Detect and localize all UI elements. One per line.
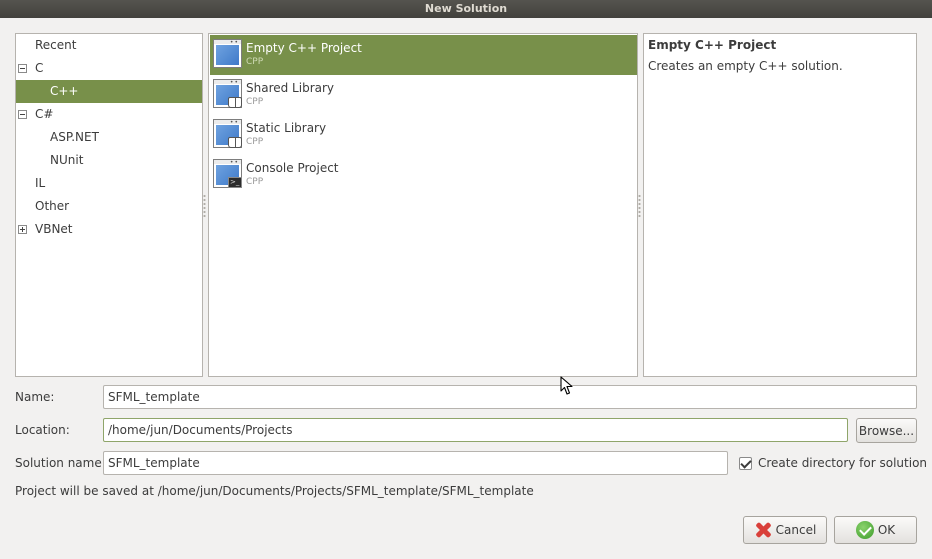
category-item[interactable]: NUnit [16, 149, 202, 172]
template-name: Shared Library [246, 81, 335, 95]
static-library-icon: •• [213, 119, 242, 148]
expand-plus-icon[interactable] [18, 225, 27, 234]
cancel-button[interactable]: Cancel [743, 516, 827, 544]
category-item[interactable]: IL [16, 172, 202, 195]
solution-name-label: Solution name: [15, 456, 106, 470]
ok-button[interactable]: OK [834, 516, 917, 544]
template-language: CPP [246, 97, 264, 107]
category-item-label: ASP.NET [50, 130, 99, 144]
template-list[interactable]: •• Empty C++ Project CPP •• Shared Library CP… [208, 33, 638, 377]
description-title: Empty C++ Project [648, 38, 777, 52]
category-item[interactable]: ASP.NET [16, 126, 202, 149]
category-item-label: IL [35, 176, 46, 190]
category-item[interactable]: C# [16, 103, 202, 126]
location-input[interactable] [103, 418, 848, 442]
shared-library-icon: •• [213, 79, 242, 108]
category-tree[interactable]: Recent C C++ C# ASP.NET NUnit IL Other VBNet [15, 33, 203, 377]
description-text: Creates an empty C++ solution. [648, 59, 843, 73]
ok-button-label: OK [877, 523, 896, 537]
name-input[interactable] [103, 385, 917, 409]
empty-project-icon: •• [213, 39, 242, 68]
category-item-label: C++ [50, 84, 79, 98]
console-project-icon: •• >_ [213, 159, 242, 188]
category-item-label: Recent [35, 38, 77, 52]
cancel-icon [754, 521, 772, 539]
browse-button[interactable]: Browse... [856, 418, 917, 443]
collapse-minus-icon[interactable] [18, 110, 27, 119]
template-item[interactable]: •• Shared Library CPP [210, 75, 637, 115]
template-language: CPP [246, 137, 264, 147]
create-directory-checkbox[interactable] [739, 457, 752, 470]
template-item[interactable]: •• >_ Console Project CPP [210, 155, 637, 195]
template-item[interactable]: •• Static Library CPP [210, 115, 637, 155]
location-label: Location: [15, 423, 70, 437]
template-name: Console Project [246, 161, 339, 175]
category-item[interactable]: C++ [16, 80, 202, 103]
template-language: CPP [246, 177, 264, 187]
browse-button-label: Browse... [858, 423, 915, 438]
window-titlebar: New Solution [0, 0, 932, 18]
category-item-label: VBNet [35, 222, 73, 236]
save-path-info: Project will be saved at /home/jun/Docum… [15, 484, 534, 498]
category-item-label: NUnit [50, 153, 84, 167]
description-pane-splitter[interactable] [638, 194, 641, 218]
template-item[interactable]: •• Empty C++ Project CPP [210, 35, 637, 75]
ok-check-icon [855, 521, 874, 539]
category-item-label: C# [35, 107, 54, 121]
template-name: Empty C++ Project [246, 41, 362, 55]
name-label: Name: [15, 390, 55, 404]
cancel-button-label: Cancel [775, 523, 817, 537]
category-item-label: Other [35, 199, 70, 213]
mouse-cursor-icon [560, 376, 573, 395]
create-directory-label[interactable]: Create directory for solution [758, 456, 927, 470]
template-name: Static Library [246, 121, 327, 135]
category-item[interactable]: VBNet [16, 218, 202, 241]
solution-name-input[interactable] [103, 451, 728, 475]
category-item[interactable]: Recent [16, 34, 202, 57]
category-item[interactable]: Other [16, 195, 202, 218]
category-pane-splitter[interactable] [203, 194, 206, 218]
template-description-panel: Empty C++ Project Creates an empty C++ s… [643, 33, 917, 377]
template-language: CPP [246, 57, 264, 67]
category-item[interactable]: C [16, 57, 202, 80]
collapse-minus-icon[interactable] [18, 64, 27, 73]
category-item-label: C [35, 61, 44, 75]
